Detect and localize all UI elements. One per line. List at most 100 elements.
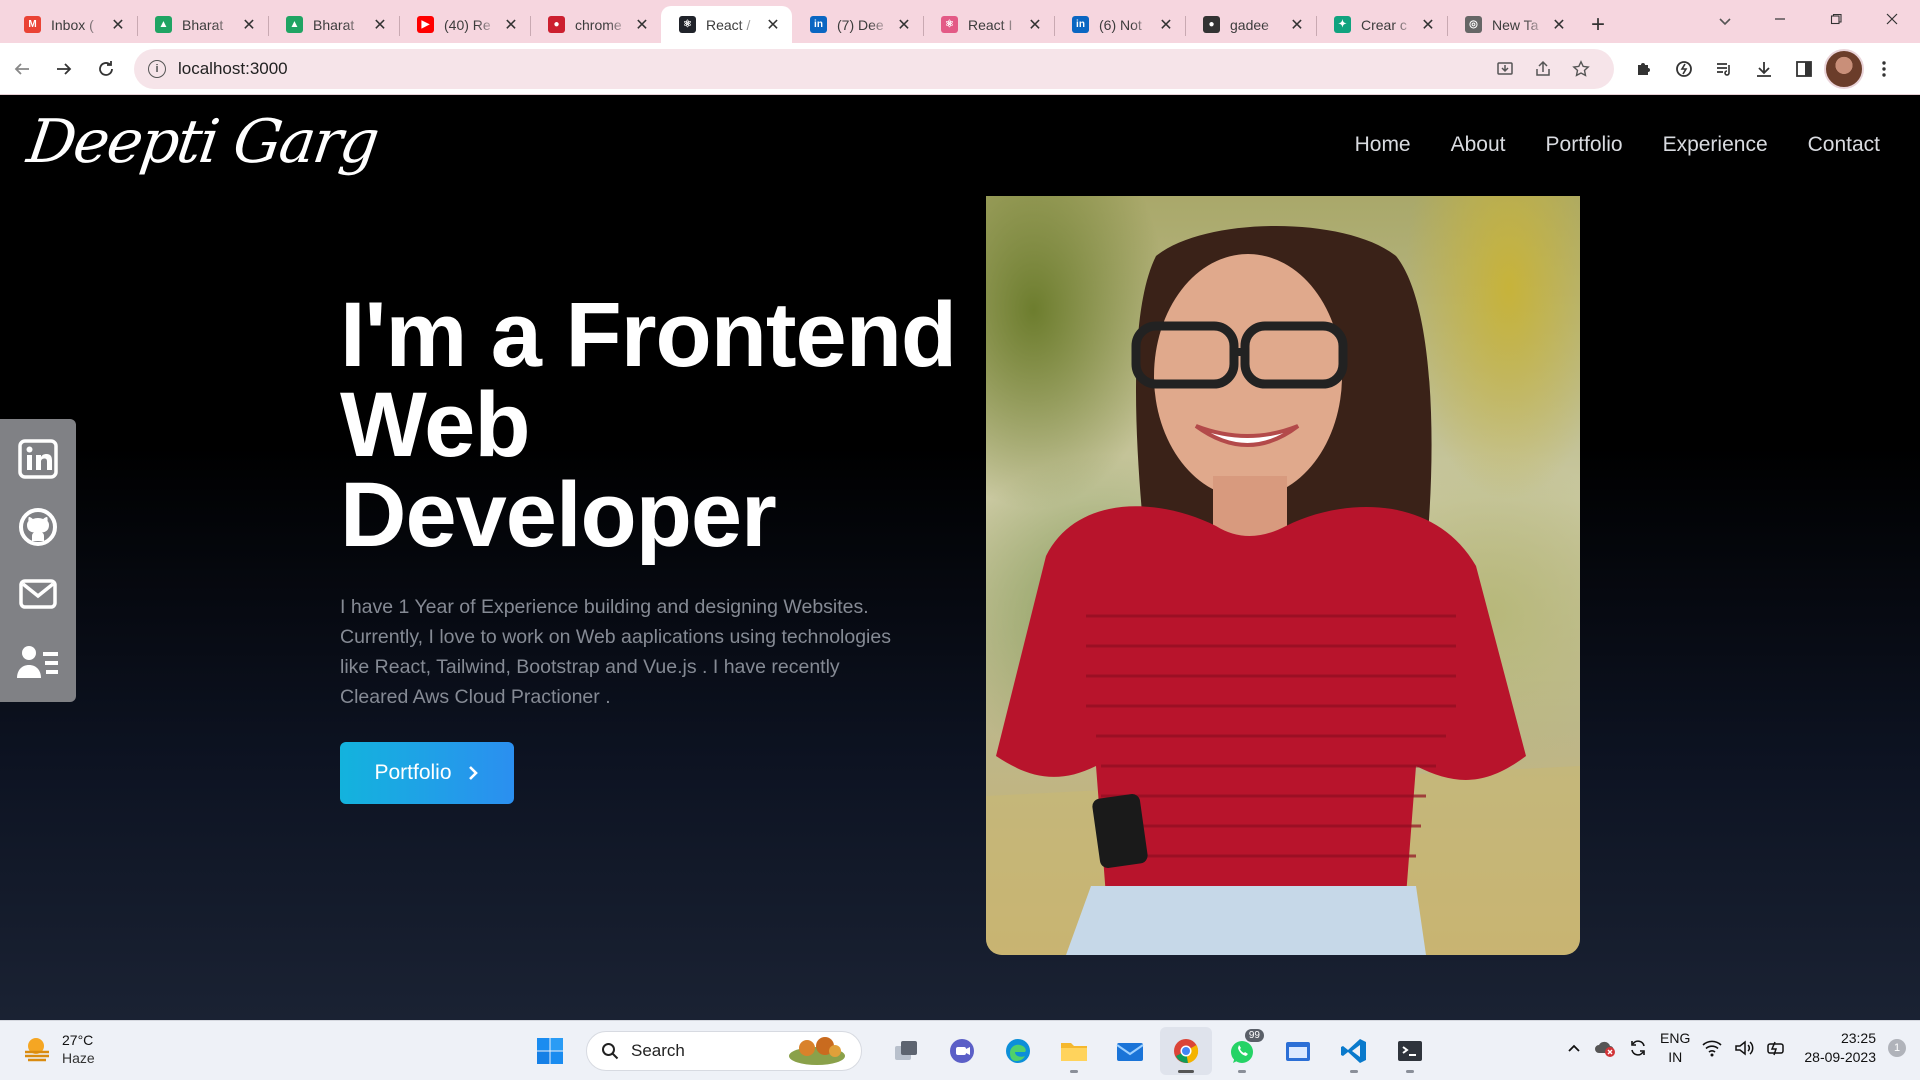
edge-app[interactable] bbox=[992, 1027, 1044, 1075]
whatsapp-app[interactable]: 99 bbox=[1216, 1027, 1268, 1075]
close-tab-icon[interactable]: ✕ bbox=[502, 15, 520, 35]
mail-app[interactable] bbox=[1104, 1027, 1156, 1075]
gmail-icon: M bbox=[24, 16, 41, 33]
weather-widget[interactable]: 27°C Haze bbox=[22, 1031, 95, 1067]
browser-tab[interactable]: in (6) Not ✕ bbox=[1054, 6, 1185, 43]
chrome-icon bbox=[1174, 1039, 1199, 1064]
back-button[interactable] bbox=[2, 49, 42, 89]
share-icon[interactable] bbox=[1524, 60, 1562, 78]
system-tray: ENG IN 23:25 28-09-2023 1 bbox=[1566, 1029, 1906, 1067]
browser-tab[interactable]: ● gadee ✕ bbox=[1185, 6, 1316, 43]
terminal-app[interactable] bbox=[1384, 1027, 1436, 1075]
nav-portfolio[interactable]: Portfolio bbox=[1546, 133, 1623, 157]
nav-home[interactable]: Home bbox=[1355, 133, 1411, 157]
close-tab-icon[interactable]: ✕ bbox=[1026, 15, 1044, 35]
task-view-button[interactable] bbox=[880, 1027, 932, 1075]
browser-tab[interactable]: ▶ (40) Re ✕ bbox=[399, 6, 530, 43]
email-link[interactable] bbox=[14, 570, 62, 618]
forward-button[interactable] bbox=[44, 49, 84, 89]
file-explorer-app[interactable] bbox=[1048, 1027, 1100, 1075]
running-indicator bbox=[1070, 1070, 1078, 1073]
linkedin-icon: in bbox=[810, 16, 827, 33]
region-code: IN bbox=[1668, 1049, 1683, 1065]
clock[interactable]: 23:25 28-09-2023 bbox=[1804, 1029, 1876, 1067]
close-tab-icon[interactable]: ✕ bbox=[371, 15, 389, 35]
github-link[interactable] bbox=[14, 503, 62, 551]
new-tab-button[interactable]: + bbox=[1578, 6, 1618, 43]
side-panel-icon bbox=[1796, 60, 1812, 77]
nav-contact[interactable]: Contact bbox=[1808, 133, 1880, 157]
site-info-icon[interactable]: i bbox=[148, 59, 166, 78]
sync-icon[interactable] bbox=[1628, 1038, 1648, 1058]
terminal-icon bbox=[1398, 1041, 1422, 1061]
puzzle-icon bbox=[1638, 62, 1650, 75]
wifi-icon[interactable] bbox=[1702, 1039, 1722, 1057]
close-icon bbox=[1886, 13, 1898, 25]
google-drive-icon: ▲ bbox=[155, 16, 172, 33]
react-icon: ⚛ bbox=[679, 16, 696, 33]
chevron-down-icon bbox=[1719, 18, 1731, 26]
browser-tab[interactable]: M Inbox (✕ bbox=[6, 6, 137, 43]
close-window-button[interactable] bbox=[1864, 0, 1920, 38]
hero-title-line: Web bbox=[340, 374, 531, 476]
extension-button[interactable] bbox=[1664, 49, 1704, 89]
close-tab-icon[interactable]: ✕ bbox=[240, 15, 258, 35]
portfolio-button[interactable]: Portfolio bbox=[340, 742, 514, 804]
tab-title: React / bbox=[706, 16, 751, 33]
notification-count[interactable]: 1 bbox=[1888, 1039, 1906, 1057]
language-indicator[interactable]: ENG IN bbox=[1660, 1029, 1690, 1067]
reading-list-button[interactable] bbox=[1704, 49, 1744, 89]
close-tab-icon[interactable]: ✕ bbox=[633, 15, 651, 35]
install-app-icon[interactable] bbox=[1486, 60, 1524, 78]
hero-title: I'm a Frontend Web Developer bbox=[340, 289, 980, 561]
teams-chat-app[interactable] bbox=[936, 1027, 988, 1075]
start-button[interactable] bbox=[524, 1027, 576, 1075]
minimize-button[interactable] bbox=[1752, 0, 1808, 38]
volume-icon[interactable] bbox=[1734, 1039, 1754, 1057]
chevron-up-icon[interactable] bbox=[1566, 1040, 1582, 1056]
window-controls bbox=[1752, 0, 1920, 38]
nav-experience[interactable]: Experience bbox=[1663, 133, 1768, 157]
vscode-app[interactable] bbox=[1328, 1027, 1380, 1075]
battery-charging-icon[interactable] bbox=[1766, 1039, 1788, 1057]
reload-button[interactable] bbox=[86, 49, 126, 89]
close-tab-icon[interactable]: ✕ bbox=[1419, 15, 1437, 35]
close-tab-icon[interactable]: ✕ bbox=[109, 15, 127, 35]
tab-search-button[interactable] bbox=[1710, 6, 1740, 36]
clock-date: 28-09-2023 bbox=[1804, 1049, 1876, 1065]
extensions-button[interactable] bbox=[1624, 49, 1664, 89]
browser-tab[interactable]: ▲ Bharat ✕ bbox=[137, 6, 268, 43]
linkedin-link[interactable] bbox=[14, 435, 62, 483]
close-tab-icon[interactable]: ✕ bbox=[1550, 15, 1568, 35]
browser-tab[interactable]: ⚛ React / ✕ bbox=[661, 6, 792, 43]
close-tab-icon[interactable]: ✕ bbox=[764, 15, 782, 35]
close-tab-icon[interactable]: ✕ bbox=[1157, 15, 1175, 35]
browser-tab[interactable]: ● chrome ✕ bbox=[530, 6, 661, 43]
downloads-button[interactable] bbox=[1744, 49, 1784, 89]
side-panel-button[interactable] bbox=[1784, 49, 1824, 89]
browser-tab[interactable]: in (7) Dee ✕ bbox=[792, 6, 923, 43]
taskbar-search[interactable]: Search bbox=[586, 1031, 862, 1071]
search-highlight-icon bbox=[789, 1037, 845, 1065]
taskbar-apps: Search 99 bbox=[524, 1027, 1436, 1075]
profile-button[interactable] bbox=[1824, 48, 1864, 89]
close-tab-icon[interactable]: ✕ bbox=[895, 15, 913, 35]
cloud-error-icon[interactable] bbox=[1594, 1038, 1616, 1058]
restore-button[interactable] bbox=[1808, 0, 1864, 38]
restore-icon bbox=[1830, 13, 1842, 25]
nav-about[interactable]: About bbox=[1451, 133, 1506, 157]
chrome-app[interactable] bbox=[1160, 1027, 1212, 1075]
site-logo[interactable]: Deepti Garg bbox=[23, 107, 382, 177]
menu-button[interactable] bbox=[1864, 49, 1904, 89]
browser-tab[interactable]: ▲ Bharat ✕ bbox=[268, 6, 399, 43]
browser-tab[interactable]: ◎ New Ta ✕ bbox=[1447, 6, 1578, 43]
browser-tab[interactable]: ✦ Crear c ✕ bbox=[1316, 6, 1447, 43]
url-text[interactable]: localhost:3000 bbox=[178, 59, 1486, 79]
hero-description: I have 1 Year of Experience building and… bbox=[340, 596, 891, 708]
close-tab-icon[interactable]: ✕ bbox=[1288, 15, 1306, 35]
browser-tab[interactable]: ⚛ React I ✕ bbox=[923, 6, 1054, 43]
store-app[interactable] bbox=[1272, 1027, 1324, 1075]
resume-link[interactable] bbox=[14, 638, 62, 686]
address-bar[interactable]: i localhost:3000 bbox=[134, 48, 1614, 89]
bookmark-star-icon[interactable] bbox=[1562, 59, 1600, 78]
